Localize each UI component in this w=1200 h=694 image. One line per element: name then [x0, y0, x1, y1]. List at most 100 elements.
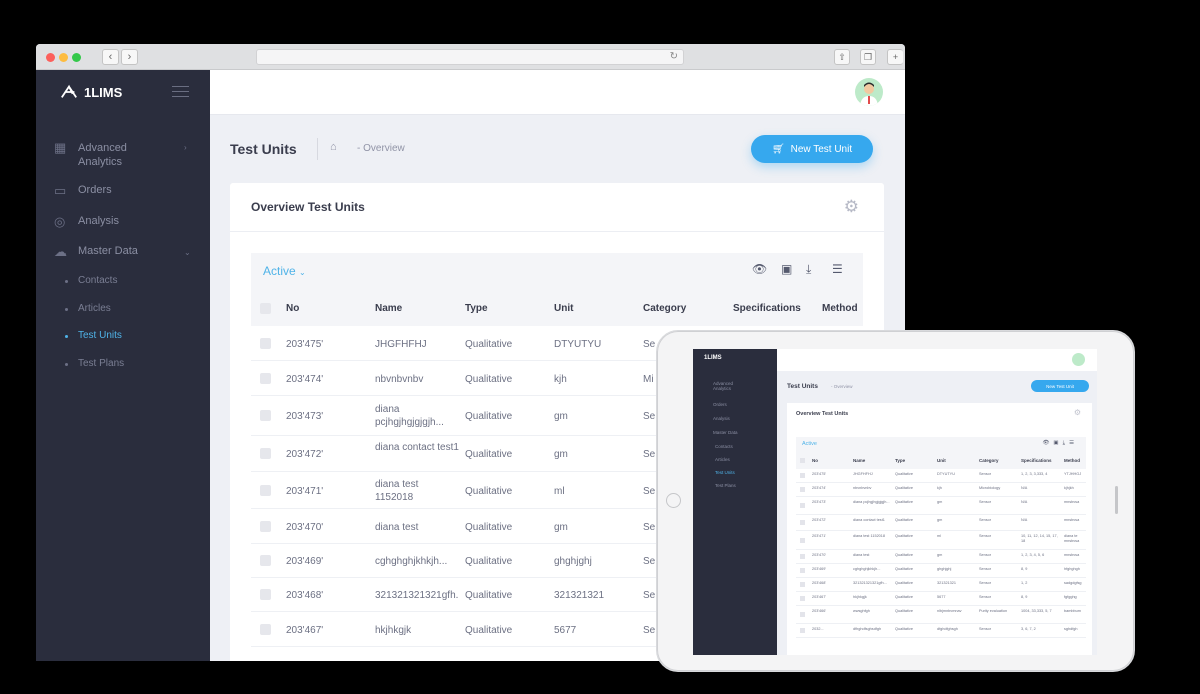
tablet-row-checkbox[interactable]	[800, 537, 805, 543]
status-filter-dropdown[interactable]: Active ⌄	[263, 264, 306, 278]
breadcrumb[interactable]: - Overview	[357, 143, 405, 154]
tablet-column-method[interactable]: Method	[1064, 458, 1080, 463]
row-checkbox[interactable]	[260, 520, 271, 532]
row-checkbox[interactable]	[260, 372, 271, 384]
tablet-row-checkbox[interactable]	[800, 628, 805, 633]
sidebar-item-master-data[interactable]: ☁ Master Data ⌄	[54, 245, 191, 261]
tablet-row-checkbox[interactable]	[800, 520, 805, 525]
close-window-button[interactable]	[46, 53, 55, 62]
row-checkbox[interactable]	[260, 337, 271, 349]
new-test-unit-button[interactable]: 🛒︎ New Test Unit	[751, 135, 873, 163]
tablet-select-all-checkbox[interactable]	[800, 458, 805, 463]
column-header-specifications[interactable]: Specifications	[733, 303, 801, 314]
tablet-sidebar-subitem-articles[interactable]: Articles	[715, 457, 730, 462]
back-button[interactable]: ‹	[102, 49, 119, 65]
tablet-row-checkbox[interactable]	[800, 582, 805, 587]
tablet-toolbar-icons[interactable]: 👁︎▣⤓☰	[1042, 440, 1078, 447]
tablet-column-name[interactable]: Name	[853, 458, 865, 463]
tablet-column-no[interactable]: No	[812, 458, 818, 463]
gear-icon[interactable]: ⚙	[844, 197, 859, 217]
share-icon[interactable]: ⇧	[834, 49, 850, 65]
tabs-icon[interactable]: ❐	[860, 49, 876, 65]
eye-icon[interactable]: 👁︎	[752, 262, 767, 276]
tablet-table-cell: 10, 11, 12, 14, 15, 17, 18	[1021, 534, 1058, 543]
avatar[interactable]	[855, 78, 883, 106]
app-logo[interactable]: 1LIMS	[60, 83, 122, 101]
tablet-row-checkbox[interactable]	[800, 473, 805, 478]
page-title: Test Units	[230, 141, 297, 157]
tablet-sidebar-subitem-test-units[interactable]: Test Units	[715, 470, 735, 475]
home-icon[interactable]: ⌂	[330, 141, 337, 153]
tablet-table-row[interactable]: 2032... dfhghdfsghsdfgh Qualitative dfghdfg…	[796, 624, 1086, 638]
scrollbar[interactable]	[1115, 486, 1118, 514]
sidebar-item-orders[interactable]: ▭ Orders	[54, 184, 112, 200]
tablet-avatar[interactable]	[1072, 353, 1085, 366]
tablet-sidebar-item-analysis[interactable]: Analysis	[713, 416, 730, 421]
tablet-status-filter-dropdown[interactable]: Active	[802, 441, 817, 447]
sidebar-subitem-articles[interactable]: Articles	[65, 303, 111, 314]
column-header-type[interactable]: Type	[465, 303, 488, 314]
tablet-row-checkbox[interactable]	[800, 596, 805, 601]
column-header-method[interactable]: Method	[822, 303, 858, 314]
row-checkbox[interactable]	[260, 555, 271, 566]
tablet-sidebar-subitem-contacts[interactable]: Contacts	[715, 444, 733, 449]
select-all-checkbox[interactable]	[260, 303, 271, 314]
tablet-sidebar-item-master-data[interactable]: Master Data	[713, 430, 738, 435]
table-cell: diana test	[375, 521, 419, 533]
column-header-name[interactable]: Name	[375, 303, 402, 314]
row-checkbox[interactable]	[260, 623, 271, 635]
tablet-table-row[interactable]: 203'469' cghghghjkhkjh... Qualitative ghghj…	[796, 564, 1086, 578]
row-checkbox[interactable]	[260, 589, 271, 600]
tablet-new-test-unit-button[interactable]: New Test Unit	[1031, 380, 1089, 392]
row-checkbox[interactable]	[260, 448, 271, 459]
row-checkbox[interactable]	[260, 410, 271, 421]
sidebar-subitem-contacts[interactable]: Contacts	[64, 275, 117, 286]
tablet-column-type[interactable]: Type	[895, 458, 905, 463]
tablet-column-category[interactable]: Category	[979, 458, 999, 463]
tablet-app-logo[interactable]: 1LIMS	[704, 355, 722, 361]
sidebar-item-advanced-analytics[interactable]: ▦ Advanced Analytics ›	[54, 141, 187, 169]
tablet-table-row[interactable]: 203'467' hkjhkgjk Qualitative 5677 Sensor 8, …	[796, 592, 1086, 606]
chevron-down-icon: ⌄	[299, 268, 306, 277]
address-bar[interactable]: ↻	[256, 49, 684, 65]
column-header-no[interactable]: No	[286, 303, 299, 314]
analysis-icon: ◎	[54, 214, 66, 229]
tablet-table-row[interactable]: 203'473' diana pcjhgjhgjgjgjh... Qualitati…	[796, 497, 1086, 515]
tablet-breadcrumb[interactable]: - Overview	[831, 384, 853, 389]
download-icon[interactable]: ⤓	[806, 262, 811, 277]
tablet-column-unit[interactable]: Unit	[937, 458, 946, 463]
tablet-row-checkbox[interactable]	[800, 503, 805, 508]
tablet-table-row[interactable]: 203'471' diana test 1152018 Qualitative ml S…	[796, 531, 1086, 550]
home-button[interactable]	[666, 493, 681, 508]
column-header-unit[interactable]: Unit	[554, 303, 573, 314]
archive-icon[interactable]: ▣	[781, 262, 792, 276]
tablet-column-specifications[interactable]: Specifications	[1021, 458, 1052, 463]
maximize-window-button[interactable]	[72, 53, 81, 62]
tablet-table-row[interactable]: 203'466' wwsghfgh Qualitative nlbjmnbvmnav P…	[796, 606, 1086, 624]
sidebar-subitem-test-units[interactable]: Test Units	[65, 330, 122, 341]
column-header-category[interactable]: Category	[643, 303, 686, 314]
settings-sliders-icon[interactable]: ☰	[832, 262, 843, 276]
tablet-row-checkbox[interactable]	[800, 554, 805, 559]
tablet-table-cell: 321321321321gfh...	[853, 581, 887, 585]
tablet-table-row[interactable]: 203'472' diana contact test1 Qualitative gm…	[796, 515, 1086, 531]
minimize-window-button[interactable]	[59, 53, 68, 62]
tablet-table-row[interactable]: 203'475' JHGFHFHJ Qualitative DTYUTYU Sensor…	[796, 469, 1086, 483]
sidebar-item-analysis[interactable]: ◎ Analysis	[54, 215, 119, 231]
tablet-gear-icon[interactable]: ⚙	[1074, 408, 1081, 417]
tablet-row-checkbox[interactable]	[800, 487, 805, 492]
tablet-table-row[interactable]: 203'474' nbvnbvnbv Qualitative kjh Microbiol…	[796, 483, 1086, 497]
forward-button[interactable]: ›	[121, 49, 138, 65]
tablet-table-row[interactable]: 203'468' 321321321321gfh... Qualitative 321…	[796, 578, 1086, 592]
tablet-sidebar-item-advanced-analytics[interactable]: Advanced Analytics	[713, 381, 749, 391]
menu-toggle-icon[interactable]	[172, 86, 189, 101]
sidebar-subitem-test-plans[interactable]: Test Plans	[64, 358, 124, 369]
tablet-table-row[interactable]: 203'470' diana test Qualitative gm Sensor 1, …	[796, 550, 1086, 564]
tablet-sidebar-subitem-test-plans[interactable]: Test Plans	[715, 483, 736, 488]
tablet-row-checkbox[interactable]	[800, 612, 805, 617]
tablet-sidebar-item-orders[interactable]: Orders	[713, 402, 727, 407]
new-tab-icon[interactable]: +	[887, 49, 903, 65]
row-checkbox[interactable]	[260, 484, 271, 496]
tablet-row-checkbox[interactable]	[800, 568, 805, 573]
reload-icon[interactable]: ↻	[670, 50, 678, 64]
